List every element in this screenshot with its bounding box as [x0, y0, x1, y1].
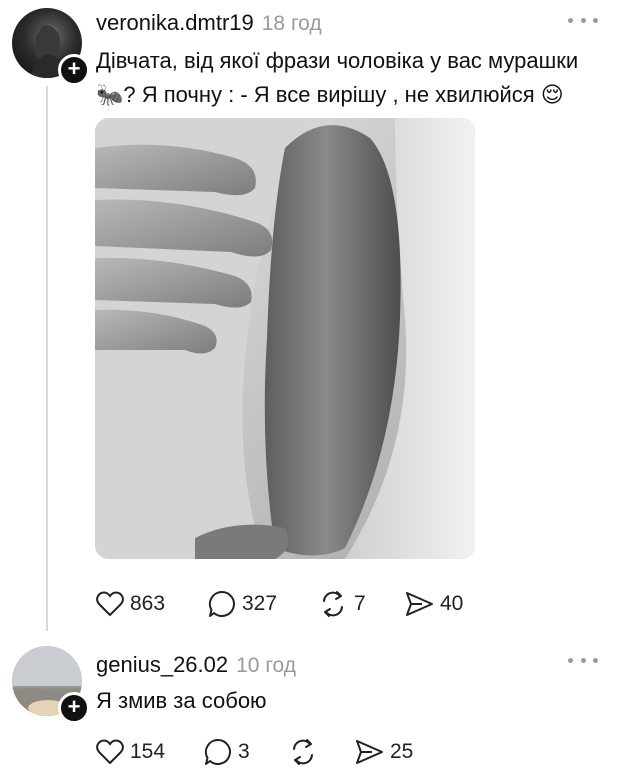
reply-button[interactable]: 3 — [204, 736, 288, 768]
like-button[interactable]: 154 — [96, 736, 204, 768]
post-actions: 154 3 25 — [96, 736, 413, 768]
repost-icon — [293, 739, 313, 765]
comment-bubble-icon — [208, 590, 235, 617]
post-text: Дівчата, від якої фрази чоловіка у вас м… — [96, 44, 596, 112]
share-button[interactable]: 40 — [404, 588, 463, 620]
timestamp: 10 год — [236, 654, 296, 677]
follow-plus-icon[interactable]: + — [58, 54, 90, 86]
repost-count: 7 — [354, 592, 366, 615]
username[interactable]: veronika.dmtr19 — [96, 10, 254, 36]
repost-icon — [323, 591, 343, 617]
reply-count: 327 — [242, 592, 278, 615]
photo-hand-on-arm-icon — [95, 118, 475, 559]
reply-count: 3 — [238, 740, 250, 763]
post-header: genius_26.02 10 год — [96, 652, 296, 678]
like-button[interactable]: 863 — [96, 588, 208, 620]
reply-button[interactable]: 327 — [208, 588, 318, 620]
timestamp: 18 год — [261, 12, 322, 35]
heart-icon — [96, 739, 124, 765]
post-image[interactable] — [95, 118, 475, 559]
feed: + veronika.dmtr19 18 год Дівчата, від як… — [0, 0, 624, 781]
more-options-icon[interactable] — [568, 654, 598, 666]
share-count: 40 — [440, 592, 464, 615]
post-header: veronika.dmtr19 18 год — [96, 10, 322, 36]
comment-bubble-icon — [204, 738, 231, 765]
follow-plus-icon[interactable]: + — [58, 692, 90, 724]
post-text-line: Я змив за собою — [96, 688, 267, 713]
post-text: Я змив за собою — [96, 684, 596, 718]
repost-button[interactable]: 7 — [318, 588, 404, 620]
heart-icon — [96, 591, 124, 617]
post-text-line: Дівчата, від якої фрази чоловіка у вас м… — [96, 48, 579, 73]
like-count: 154 — [130, 740, 166, 763]
post-actions: 863 327 7 40 — [96, 588, 463, 620]
thread-line — [46, 86, 48, 631]
like-count: 863 — [130, 592, 166, 615]
repost-button[interactable] — [288, 736, 354, 768]
send-icon — [356, 740, 383, 764]
share-count: 25 — [390, 740, 414, 763]
share-button[interactable]: 25 — [354, 736, 413, 768]
send-icon — [406, 592, 433, 616]
username[interactable]: genius_26.02 — [96, 652, 228, 678]
more-options-icon[interactable] — [568, 14, 598, 26]
post-text-line: 🐜? Я почну : - Я все вирішу , не хвилюйс… — [96, 82, 564, 107]
